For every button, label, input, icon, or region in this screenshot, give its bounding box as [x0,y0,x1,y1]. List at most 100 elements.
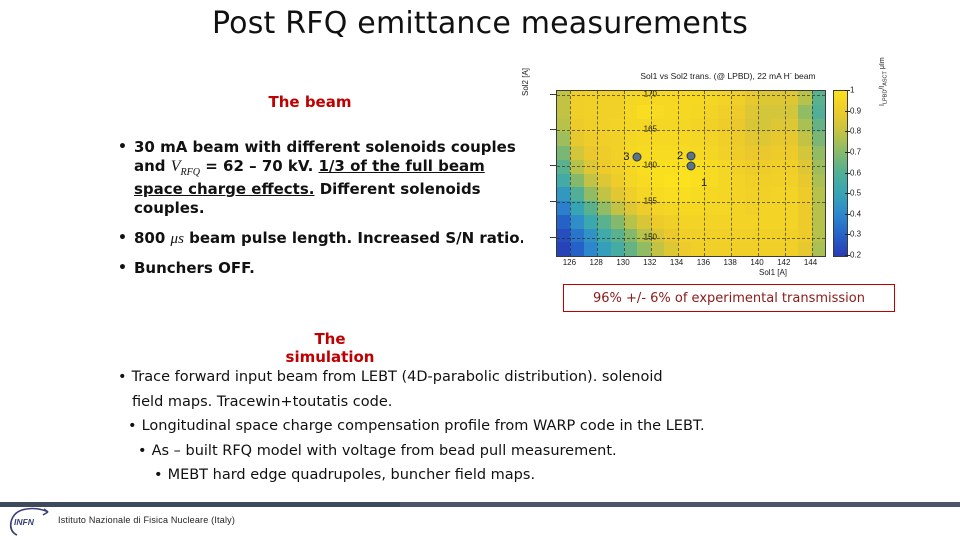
heatmap-cell [717,159,732,174]
heatmap-cell [798,201,812,215]
heatmap-cell [664,187,678,201]
heatmap-cell [664,146,678,160]
heatmap-cell [771,187,785,201]
heatmap-cell [597,187,611,201]
heatmap-cell [690,104,705,119]
heatmap-cell [677,91,691,105]
heatmap-cell [704,146,718,160]
bullet-dot-icon: • [138,442,147,459]
bullet-text: As – built RFQ model with voltage from b… [151,442,617,459]
heatmap-cell [570,187,584,201]
heatmap-cell [610,242,624,256]
list-item: • Bunchers OFF. [118,259,533,278]
heatmap-cell [623,214,638,229]
colorbar-tick-mark [845,234,850,236]
heatmap-cell [798,242,812,256]
heatmap-cell [771,228,785,243]
heatmap-cell [784,187,799,201]
heatmap-cell [704,159,718,174]
heatmap-plot-area: 321 [556,90,826,257]
heatmap-cell [757,228,772,243]
heatmap-cell [583,173,598,188]
heatmap-cell [637,242,651,256]
colorbar-tick-mark [845,110,850,112]
heatmap-cell [570,159,584,174]
heatmap-cell [623,173,638,188]
heatmap-cell [583,91,598,105]
heatmap-cell [610,228,624,243]
heatmap-cell [557,187,571,201]
heatmap-cell [610,159,624,174]
colorbar-tick-mark [845,255,850,256]
heatmap-cell [798,132,812,146]
heatmap-cell [570,104,584,119]
heatmap-cell [811,104,825,119]
heatmap-cell [771,159,785,174]
heatmap-cell [557,201,571,215]
section-heading-simulation: The simulation [285,330,375,366]
colorbar-tick-mark [845,90,850,91]
heatmap-cell [798,146,812,160]
heatmap-cell [811,242,825,256]
bullet-text: field maps. Tracewin+toutatis code. [132,393,393,410]
heatmap-cell [717,228,732,243]
section-heading-beam: The beam [268,93,352,111]
heatmap-cell [690,132,705,146]
heatmap-cell [597,132,611,146]
heatmap-cell [690,187,705,201]
cb-label-tail: μIm [879,57,886,72]
cb-label-main: I [879,104,886,106]
colorbar-tick-mark [845,193,850,195]
colorbar-tick-label: 0.2 [850,250,862,260]
heatmap-cell [744,159,758,174]
x-tick-label: 130 [616,258,630,267]
chart-title-main: Sol1 vs Sol2 trans. (@ LPBD), 22 mA H [640,70,790,81]
heatmap-cell [557,146,571,160]
heatmap-cell [583,201,598,215]
y-tick-label: 170 [643,89,657,99]
heatmap-cell [597,104,611,119]
heatmap-cell [557,104,571,119]
heatmap-cell [811,132,825,146]
heatmap-cell [771,146,785,160]
transmission-text: 96% +/- 6% of experimental transmission [593,290,865,306]
heatmap-cell [784,242,799,256]
heatmap-cell [757,132,772,146]
colorbar-tick-label: 0.3 [850,229,862,239]
heatmap-cell [771,242,785,256]
bullet-text: Trace forward input beam from LEBT (4D-p… [131,369,663,385]
heatmap-cell [744,118,758,133]
heatmap-cell [798,187,812,201]
heatmap-cell [677,187,691,201]
heatmap-cell [690,91,705,105]
heatmap-cell [583,187,598,201]
heatmap-cells [557,91,825,256]
heatmap-cell [597,91,611,105]
y-tick-mark [550,93,556,95]
heatmap-cell [731,146,745,160]
heatmap-cell [717,104,732,119]
x-tick-label: 134 [669,258,684,267]
heatmap-cell [771,173,785,188]
transmission-callout: 96% +/- 6% of experimental transmission [563,284,895,312]
heatmap-cell [717,91,732,105]
heatmap-cell [650,132,665,146]
heatmap-cell [717,132,732,146]
heatmap-cell [757,201,772,215]
x-tick-label: 126 [562,258,577,267]
heatmap-cell [610,91,624,105]
bullet-text: Longitudinal space charge compensation p… [141,418,705,435]
heatmap-cell [744,173,758,188]
heatmap-cell [610,118,624,133]
footer-text: Istituto Nazionale di Fisica Nucleare (I… [58,515,236,525]
heatmap-cell [677,242,691,256]
data-point-label: 2 [676,150,684,163]
heatmap-cell [704,104,718,119]
heatmap-cell [557,242,571,256]
colorbar-label: ILPBD/IASCT μIm [879,57,888,106]
heatmap-cell [757,118,772,133]
bullet-text: 800 μs beam pulse length. Increased S/N … [134,229,533,249]
data-point-marker [686,161,696,171]
heatmap-cell [731,159,745,174]
heatmap-cell [610,214,624,229]
